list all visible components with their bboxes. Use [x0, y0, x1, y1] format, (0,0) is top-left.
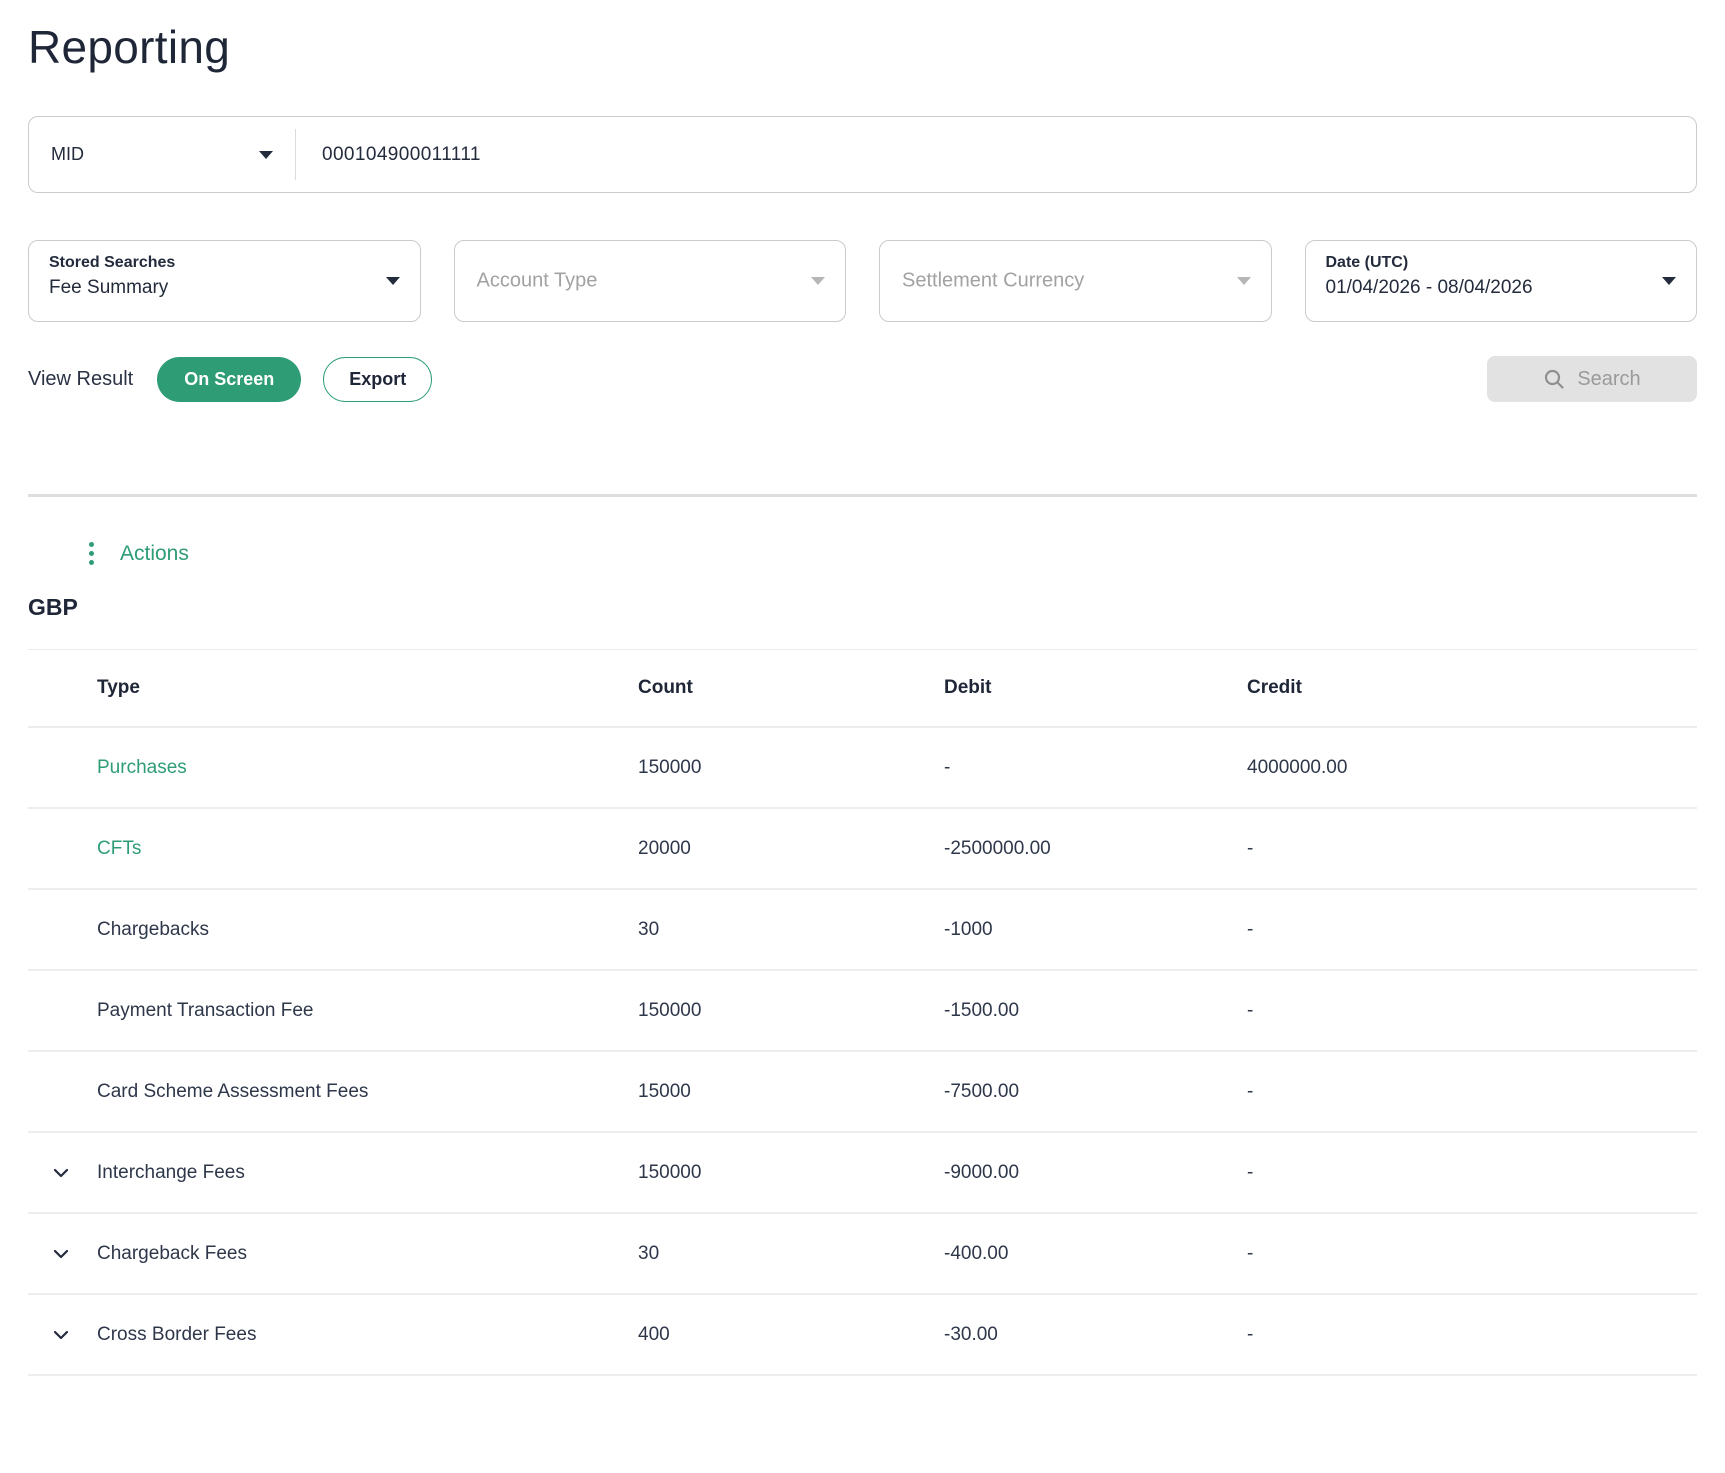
row-count: 30 [638, 1243, 944, 1265]
chevron-down-icon [386, 277, 400, 285]
row-type-link[interactable]: Purchases [97, 757, 187, 778]
row-credit: - [1247, 838, 1697, 860]
row-count: 15000 [638, 1081, 944, 1103]
date-range-select[interactable]: Date (UTC) 01/04/2026 - 08/04/2026 [1305, 240, 1698, 322]
search-input[interactable]: Search [1487, 356, 1697, 402]
currency-heading: GBP [28, 594, 1697, 621]
actions-row: Actions [28, 539, 1697, 568]
row-type-cell: Chargeback Fees [28, 1243, 638, 1265]
table-row: Payment Transaction Fee 150000-1500.00- [28, 971, 1697, 1052]
row-debit: -1500.00 [944, 1000, 1247, 1022]
row-type-cell: Card Scheme Assessment Fees [28, 1081, 638, 1103]
chevron-down-icon [811, 277, 825, 285]
fee-summary-table: Type Count Debit Credit Purchases150000-… [28, 649, 1697, 1376]
reporting-page: Reporting MID 000104900011111 Stored Sea… [0, 20, 1725, 1376]
column-header-type: Type [28, 677, 638, 699]
section-divider [28, 494, 1697, 497]
table-row: Interchange Fees 150000-9000.00- [28, 1133, 1697, 1214]
on-screen-button[interactable]: On Screen [157, 357, 301, 402]
date-value: 01/04/2026 - 08/04/2026 [1326, 277, 1677, 299]
column-header-credit: Credit [1247, 677, 1697, 699]
export-button[interactable]: Export [323, 357, 432, 402]
chevron-down-icon [259, 151, 273, 159]
settlement-currency-select[interactable]: Settlement Currency [879, 240, 1272, 322]
page-title: Reporting [28, 20, 1697, 74]
date-label: Date (UTC) [1326, 254, 1677, 272]
row-type-label: Interchange Fees [97, 1162, 245, 1183]
mid-filter-bar: MID 000104900011111 [28, 116, 1697, 193]
actions-button[interactable]: Actions [120, 542, 189, 566]
column-header-debit: Debit [944, 677, 1247, 699]
row-credit: - [1247, 1081, 1697, 1103]
row-count: 20000 [638, 838, 944, 860]
table-body: Purchases150000-4000000.00CFTs20000-2500… [28, 728, 1697, 1376]
row-count: 400 [638, 1324, 944, 1346]
row-type-cell: Cross Border Fees [28, 1324, 638, 1346]
row-credit: - [1247, 1162, 1697, 1184]
row-count: 150000 [638, 1000, 944, 1022]
row-credit: - [1247, 1000, 1697, 1022]
row-type-cell: Purchases [28, 757, 638, 779]
account-type-placeholder: Account Type [477, 270, 598, 293]
table-row: Card Scheme Assessment Fees 15000-7500.00… [28, 1052, 1697, 1133]
table-row: Chargeback Fees 30-400.00- [28, 1214, 1697, 1295]
settlement-currency-placeholder: Settlement Currency [902, 270, 1084, 293]
filter-row: Stored Searches Fee Summary Account Type… [28, 240, 1697, 322]
row-type-cell: Interchange Fees [28, 1162, 638, 1184]
row-count: 150000 [638, 1162, 944, 1184]
view-result-label: View Result [28, 368, 133, 391]
row-credit: 4000000.00 [1247, 757, 1697, 779]
account-type-select[interactable]: Account Type [454, 240, 847, 322]
row-type-cell: Payment Transaction Fee [28, 1000, 638, 1022]
row-debit: -1000 [944, 919, 1247, 941]
mid-type-select[interactable]: MID [29, 117, 295, 192]
search-icon [1543, 368, 1565, 390]
column-header-count: Count [638, 677, 944, 699]
row-type-label: Chargebacks [97, 919, 209, 940]
stored-searches-value: Fee Summary [49, 277, 400, 299]
table-row: Cross Border Fees 400-30.00- [28, 1295, 1697, 1376]
row-type-label: Cross Border Fees [97, 1324, 256, 1345]
row-type-label: Chargeback Fees [97, 1243, 247, 1264]
stored-searches-label: Stored Searches [49, 254, 400, 272]
row-type-cell: Chargebacks [28, 919, 638, 941]
table-row: Purchases 150000-4000000.00 [28, 728, 1697, 809]
search-placeholder: Search [1577, 368, 1640, 391]
kebab-menu-icon[interactable] [83, 539, 100, 568]
chevron-down-icon [1662, 277, 1676, 285]
table-row: Chargebacks 30-1000- [28, 890, 1697, 971]
row-credit: - [1247, 1243, 1697, 1265]
row-debit: -2500000.00 [944, 838, 1247, 860]
row-debit: -400.00 [944, 1243, 1247, 1265]
mid-value-input[interactable]: 000104900011111 [296, 117, 1696, 192]
table-row: CFTs 20000-2500000.00- [28, 809, 1697, 890]
chevron-down-icon [1237, 277, 1251, 285]
row-type-link[interactable]: CFTs [97, 838, 141, 859]
row-credit: - [1247, 919, 1697, 941]
stored-searches-select[interactable]: Stored Searches Fee Summary [28, 240, 421, 322]
table-header-row: Type Count Debit Credit [28, 650, 1697, 728]
expand-chevron-icon[interactable] [53, 1167, 69, 1178]
row-debit: -30.00 [944, 1324, 1247, 1346]
expand-chevron-icon[interactable] [53, 1329, 69, 1340]
row-debit: - [944, 757, 1247, 779]
row-debit: -9000.00 [944, 1162, 1247, 1184]
row-type-label: Payment Transaction Fee [97, 1000, 314, 1021]
row-credit: - [1247, 1324, 1697, 1346]
row-count: 30 [638, 919, 944, 941]
mid-select-label: MID [51, 144, 84, 165]
expand-chevron-icon[interactable] [53, 1248, 69, 1259]
row-type-cell: CFTs [28, 838, 638, 860]
view-result-row: View Result On Screen Export Search [28, 356, 1697, 402]
row-debit: -7500.00 [944, 1081, 1247, 1103]
row-count: 150000 [638, 757, 944, 779]
row-type-label: Card Scheme Assessment Fees [97, 1081, 368, 1102]
